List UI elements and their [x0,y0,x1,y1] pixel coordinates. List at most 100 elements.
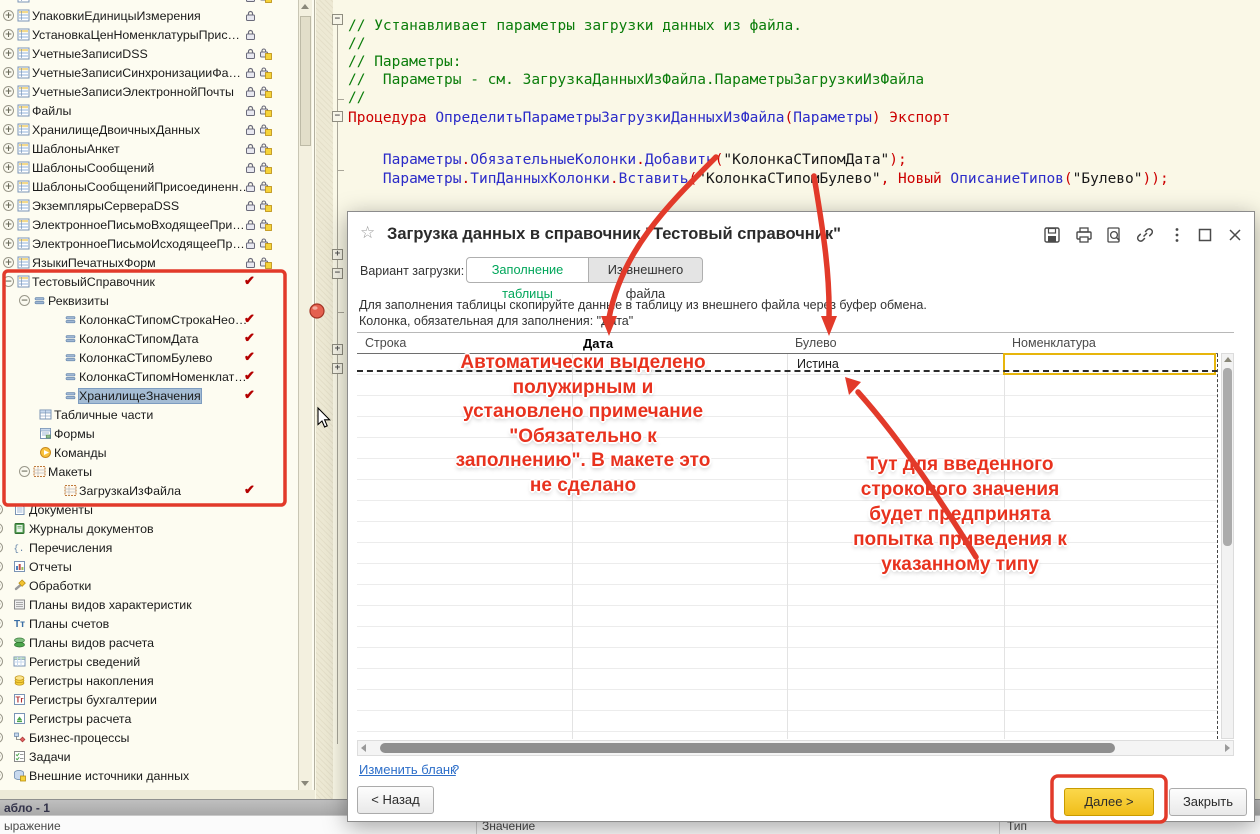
tab-fill-table[interactable]: Заполнение таблицы [466,257,589,283]
expand-icon[interactable]: + [0,599,3,610]
tree-item-5[interactable]: +УчетныеЗаписиЭлектроннойПочты [0,82,314,101]
expand-icon[interactable]: + [0,732,3,743]
tree-scroll-thumb[interactable] [300,16,311,146]
expand-icon[interactable]: + [3,143,14,154]
fold-expand-icon[interactable]: + [332,344,343,355]
fold-collapse-icon[interactable]: − [332,268,343,279]
tree-item-25[interactable]: −Макеты [0,462,314,481]
tree-item-14[interactable]: +ЯзыкиПечатныхФорм [0,253,314,272]
expand-icon[interactable]: + [0,713,3,724]
expand-icon[interactable]: + [3,238,14,249]
expand-icon[interactable]: + [0,656,3,667]
fold-collapse-icon[interactable]: − [332,111,343,122]
fold-expand-icon[interactable]: + [332,363,343,374]
hscroll-thumb[interactable] [380,743,1115,753]
expand-icon[interactable]: + [3,200,14,211]
tree-item-20[interactable]: КолонкаСТипомНоменклат…✔ [0,367,314,386]
collapse-icon[interactable]: − [19,466,30,477]
tree-item-21[interactable]: ХранилищеЗначения✔ [0,386,314,405]
expand-icon[interactable]: + [3,219,14,230]
column-header-Булево[interactable]: Булево [795,336,837,350]
tree-item-33[interactable]: +ТтПланы счетов [0,614,314,633]
expand-icon[interactable]: + [0,637,3,648]
tree-item-4[interactable]: +УчетныеЗаписиСинхронизацииФа… [0,63,314,82]
edit-form-link[interactable]: Изменить бланк [359,762,456,777]
vscroll-thumb[interactable] [1223,368,1232,546]
fold-collapse-icon[interactable]: − [332,14,343,25]
tree-item-23[interactable]: Формы [0,424,314,443]
tab-from-file[interactable]: Из внешнего файла [588,257,703,283]
expand-icon[interactable]: + [0,504,3,515]
cell-boolean-value[interactable]: Истина [797,357,839,371]
tree-item-11[interactable]: +ЭкземплярыСервераDSS [0,196,314,215]
tree-scrollbar[interactable] [298,0,312,790]
tree-item-18[interactable]: КолонкаСТипомДата✔ [0,329,314,348]
expand-icon[interactable]: + [3,86,14,97]
tree-item-9[interactable]: +ШаблоныСообщений [0,158,314,177]
tree-item-19[interactable]: КолонкаСТипомБулево✔ [0,348,314,367]
tree-item-35[interactable]: +Регистры сведений [0,652,314,671]
column-header-Номенклатура[interactable]: Номенклатура [1012,336,1096,350]
expand-icon[interactable]: + [3,105,14,116]
expand-icon[interactable]: + [0,675,3,686]
fold-expand-icon[interactable]: + [332,249,343,260]
favorite-star-icon[interactable]: ☆ [360,223,375,243]
expand-icon[interactable]: + [0,770,3,781]
tree-item-16[interactable]: −Реквизиты [0,291,314,310]
tree-item-30[interactable]: +Отчеты [0,557,314,576]
tree-item-27[interactable]: +Документы [0,500,314,519]
collapse-icon[interactable]: − [3,276,14,287]
expand-icon[interactable]: + [3,10,14,21]
scroll-left-icon[interactable] [361,744,366,752]
more-menu-icon[interactable] [1167,225,1187,245]
tree-item-31[interactable]: +Обработки [0,576,314,595]
tree-item-29[interactable]: +{..}Перечисления [0,538,314,557]
tree-item-17[interactable]: КолонкаСТипомСтрокаНео…✔ [0,310,314,329]
table-horizontal-scrollbar[interactable] [357,740,1234,756]
tree-item-2[interactable]: +УстановкаЦенНоменклатурыПрис… [0,25,314,44]
tree-item-15[interactable]: −ТестовыйСправочник✔ [0,272,314,291]
tree-item-12[interactable]: +ЭлектронноеПисьмоВходящееПри… [0,215,314,234]
column-header-Строка[interactable]: Строка [365,336,406,350]
tree-item-8[interactable]: +ШаблоныАнкет [0,139,314,158]
help-icon[interactable]: ? [452,762,459,777]
collapse-icon[interactable]: − [19,295,30,306]
tree-item-32[interactable]: +Планы видов характеристик [0,595,314,614]
scroll-up-icon[interactable] [1224,357,1232,362]
scroll-right-icon[interactable] [1225,744,1230,752]
close-icon[interactable] [1225,225,1245,245]
back-button[interactable]: < Назад [357,786,434,814]
close-button[interactable]: Закрыть [1169,788,1247,816]
expand-icon[interactable]: + [3,124,14,135]
expand-icon[interactable]: + [0,580,3,591]
expand-icon[interactable]: + [0,618,3,629]
breakpoint-margin[interactable] [316,0,333,833]
expand-icon[interactable]: + [3,181,14,192]
tree-item-10[interactable]: +ШаблоныСообщенийПрисоединенн… [0,177,314,196]
metadata-tree[interactable]: +УпаковкиЕдиницыИзмерения+УстановкаЦенНо… [0,0,315,790]
tree-item-40[interactable]: +Задачи [0,747,314,766]
tree-item-26[interactable]: ЗагрузкаИзФайла✔ [0,481,314,500]
tree-item-3[interactable]: +УчетныеЗаписиDSS [0,44,314,63]
code-text[interactable]: // Устанавливает параметры загрузки данн… [348,0,1248,210]
expand-icon[interactable]: + [0,694,3,705]
tree-item-28[interactable]: +Журналы документов [0,519,314,538]
tree-item-34[interactable]: +Планы видов расчета [0,633,314,652]
tree-item-41[interactable]: +Внешние источники данных [0,766,314,785]
expand-icon[interactable]: + [3,29,14,40]
expand-icon[interactable]: + [3,48,14,59]
tree-item-38[interactable]: +Регистры расчета [0,709,314,728]
scroll-down-icon[interactable] [301,781,309,786]
preview-icon[interactable] [1104,225,1124,245]
tree-item-36[interactable]: +Регистры накопления [0,671,314,690]
expand-icon[interactable]: + [0,561,3,572]
tree-item-39[interactable]: +Бизнес-процессы [0,728,314,747]
scroll-up-icon[interactable] [301,4,309,9]
expand-icon[interactable]: + [0,751,3,762]
print-icon[interactable] [1074,225,1094,245]
expand-icon[interactable]: + [0,542,3,553]
table-vertical-scrollbar[interactable] [1221,353,1234,739]
next-button[interactable]: Далее > [1064,788,1154,816]
tree-item-22[interactable]: Табличные части [0,405,314,424]
expand-icon[interactable]: + [3,162,14,173]
